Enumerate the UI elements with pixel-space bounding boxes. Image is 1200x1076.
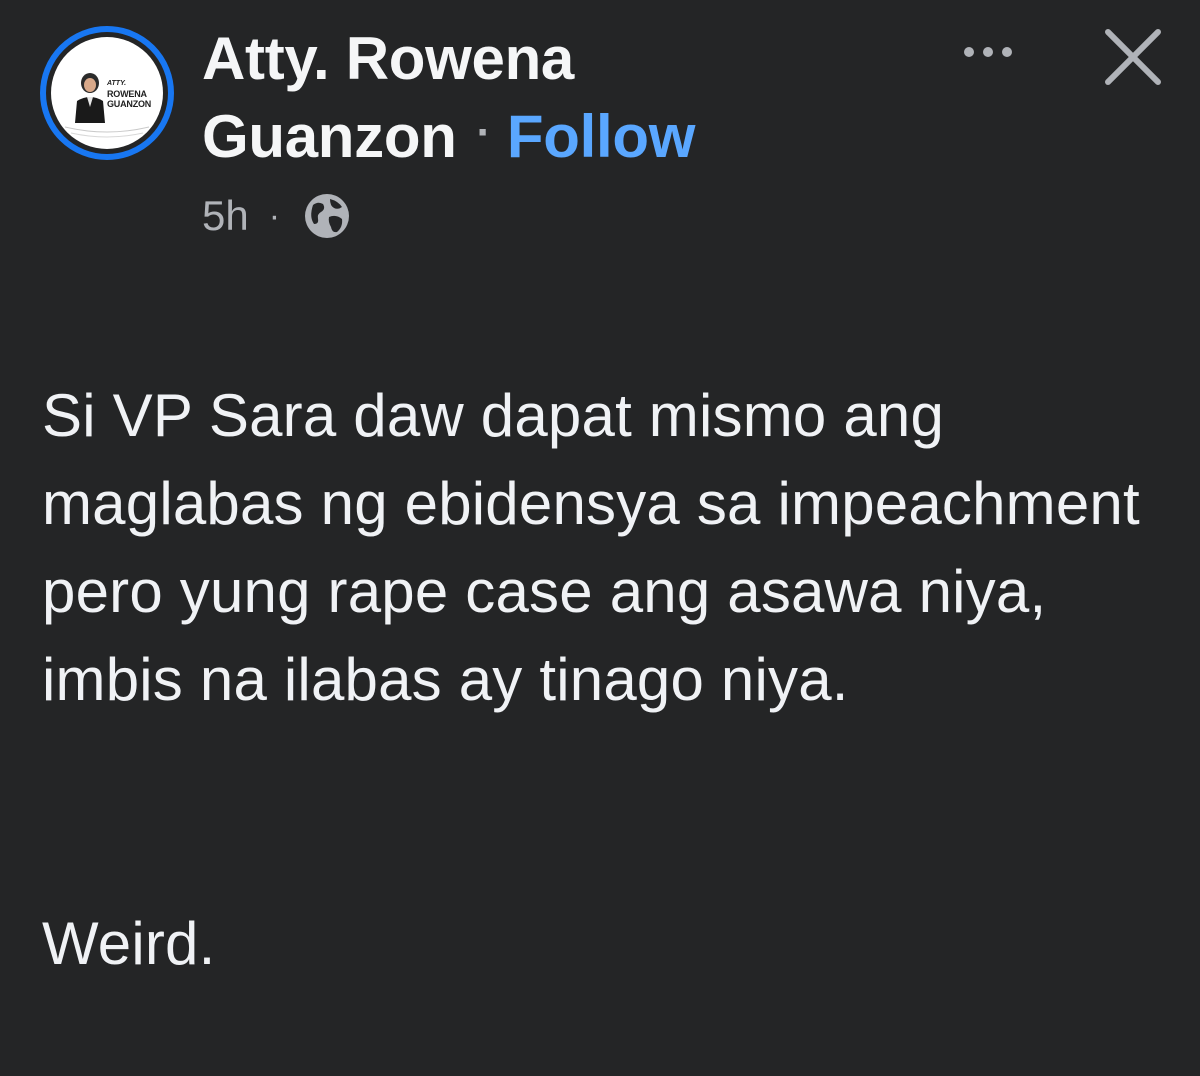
avatar-image: ATTY. ROWENA GUANZON: [51, 37, 163, 149]
post-body: Si VP Sara daw dapat mismo ang maglabas …: [42, 284, 1162, 1076]
avatar-person-photo: [75, 73, 105, 123]
avatar-logo-line2: GUANZON: [107, 99, 152, 109]
meta-separator: ·: [268, 196, 281, 235]
avatar-logo-text: ATTY. ROWENA GUANZON: [107, 79, 159, 109]
close-icon[interactable]: [1098, 20, 1168, 90]
post-meta: 5h ·: [202, 190, 352, 242]
more-dot: [983, 47, 993, 57]
follow-button[interactable]: Follow: [507, 103, 695, 170]
post-header: Atty. Rowena Guanzon · Follow: [202, 22, 922, 174]
avatar-decoration: [64, 126, 150, 138]
author-name-line2[interactable]: Guanzon: [202, 103, 457, 170]
more-options-icon[interactable]: [948, 30, 1028, 74]
more-dot: [1002, 47, 1012, 57]
avatar-logo-line1: ROWENA: [107, 89, 147, 99]
more-dot: [964, 47, 974, 57]
post-body-text: Si VP Sara daw dapat mismo ang maglabas …: [42, 382, 1140, 713]
post-timestamp[interactable]: 5h: [202, 192, 249, 240]
name-follow-separator: ·: [476, 108, 492, 157]
author-name[interactable]: Atty. Rowena Guanzon · Follow: [202, 22, 922, 174]
avatar-logo-prefix: ATTY.: [107, 80, 127, 87]
author-avatar[interactable]: ATTY. ROWENA GUANZON: [40, 26, 174, 160]
globe-icon[interactable]: [302, 191, 352, 241]
post-card: ATTY. ROWENA GUANZON Atty. Rowena Guanzo…: [0, 0, 1200, 977]
post-body-closing: Weird.: [42, 910, 216, 977]
author-name-line1[interactable]: Atty. Rowena: [202, 22, 922, 96]
